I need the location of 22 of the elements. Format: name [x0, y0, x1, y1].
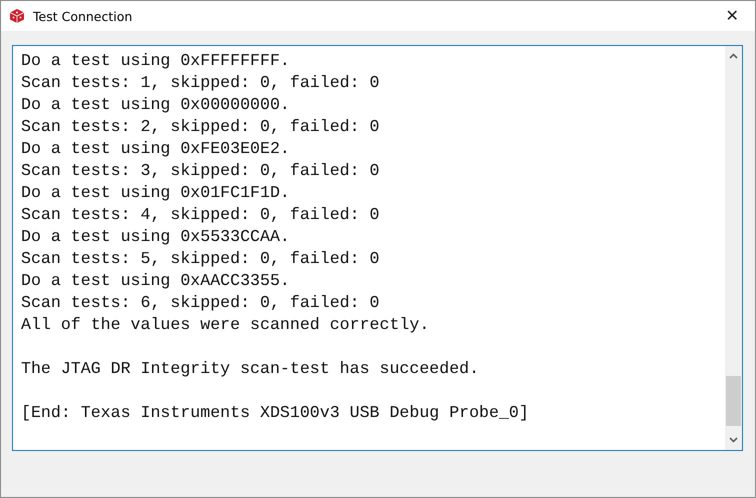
scrollbar[interactable] — [725, 46, 742, 450]
output-line: Scan tests: 6, skipped: 0, failed: 0 — [21, 292, 380, 314]
scroll-up-icon[interactable] — [729, 53, 738, 59]
scrollbar-thumb[interactable] — [726, 376, 741, 426]
output-line: Do a test using 0xFFFFFFFF. — [21, 50, 290, 72]
output-line: [End: Texas Instruments XDS100v3 USB Debug Probe_0] — [21, 402, 529, 424]
close-button[interactable]: ✕ — [709, 1, 755, 31]
output-line: Do a test using 0xAACC3355. — [21, 270, 290, 292]
output-line: Do a test using 0x5533CCAA. — [21, 226, 290, 248]
output-line: Scan tests: 4, skipped: 0, failed: 0 — [21, 204, 380, 226]
window-title: Test Connection — [33, 8, 132, 24]
output-line: Scan tests: 5, skipped: 0, failed: 0 — [21, 248, 380, 270]
output-line: Do a test using 0xFE03E0E2. — [21, 138, 290, 160]
output-line: All of the values were scanned correctly. — [21, 314, 430, 336]
output-line: The JTAG DR Integrity scan-test has succeeded. — [21, 358, 480, 380]
output-line: Do a test using 0x00000000. — [21, 94, 290, 116]
scroll-down-icon[interactable] — [729, 437, 738, 443]
output-line: Scan tests: 3, skipped: 0, failed: 0 — [21, 160, 380, 182]
output-line: Scan tests: 2, skipped: 0, failed: 0 — [21, 116, 380, 138]
output-line: Scan tests: 1, skipped: 0, failed: 0 — [21, 72, 380, 94]
output-line: Do a test using 0x01FC1F1D. — [21, 182, 290, 204]
cube-icon — [9, 8, 25, 24]
